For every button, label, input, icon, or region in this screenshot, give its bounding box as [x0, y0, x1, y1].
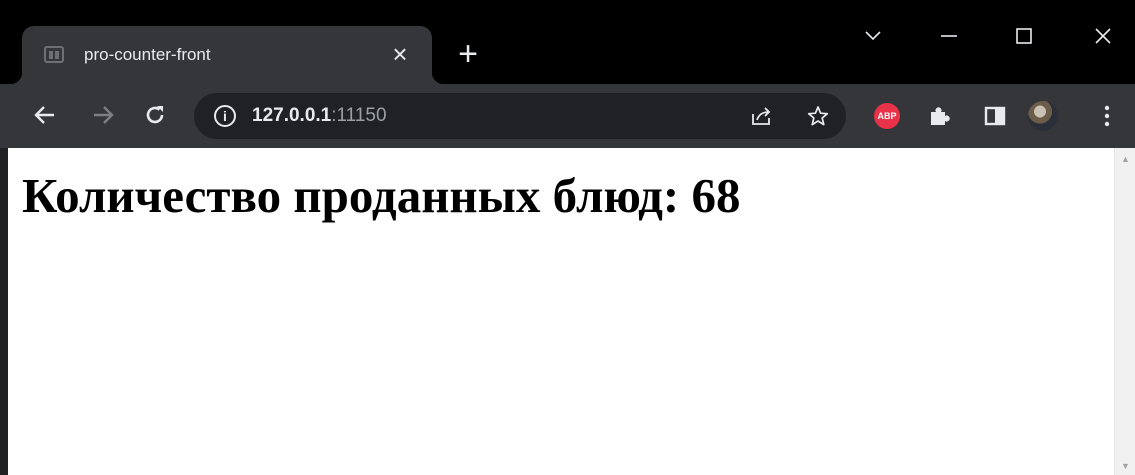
side-panel-icon[interactable] [978, 99, 1012, 133]
page-viewport: Количество проданных блюд: 68 ▲ ▼ [8, 148, 1135, 475]
profile-avatar[interactable] [1026, 99, 1060, 133]
extensions-puzzle-icon[interactable] [922, 99, 956, 133]
maximize-icon[interactable] [1004, 18, 1044, 54]
address-bar[interactable]: i 127.0.0.1:11150 [194, 93, 846, 139]
tab-search-chevron-icon[interactable] [853, 18, 893, 54]
bookmark-star-icon[interactable] [806, 104, 830, 128]
url-host: 127.0.0.1 [252, 105, 332, 126]
tab-title: pro-counter-front [84, 45, 211, 64]
avatar [1028, 101, 1058, 131]
minimize-icon[interactable] [929, 18, 969, 54]
vertical-scrollbar[interactable]: ▲ ▼ [1114, 148, 1135, 475]
url-text: 127.0.0.1:11150 [252, 105, 387, 127]
new-tab-button[interactable]: + [454, 37, 482, 71]
back-arrow-icon[interactable] [28, 98, 62, 132]
reload-icon[interactable] [138, 98, 172, 132]
kebab-menu-icon[interactable] [1090, 99, 1124, 133]
url-port: :11150 [331, 105, 387, 126]
site-info-icon[interactable]: i [214, 105, 236, 127]
tab-favicon-icon [44, 46, 64, 63]
browser-toolbar: i 127.0.0.1:11150 ABP [0, 84, 1135, 148]
scroll-up-arrow-icon[interactable]: ▲ [1115, 150, 1135, 168]
adblock-plus-icon[interactable]: ABP [870, 99, 904, 133]
browser-tab[interactable]: pro-counter-front × [10, 26, 444, 84]
close-window-icon[interactable] [1083, 18, 1123, 54]
page-heading: Количество проданных блюд: 68 [22, 168, 741, 223]
forward-arrow-icon[interactable] [86, 98, 120, 132]
scroll-down-arrow-icon[interactable]: ▼ [1115, 457, 1135, 475]
close-tab-icon[interactable]: × [388, 41, 412, 67]
title-bar: pro-counter-front × + [0, 0, 1135, 84]
share-icon[interactable] [750, 104, 774, 128]
